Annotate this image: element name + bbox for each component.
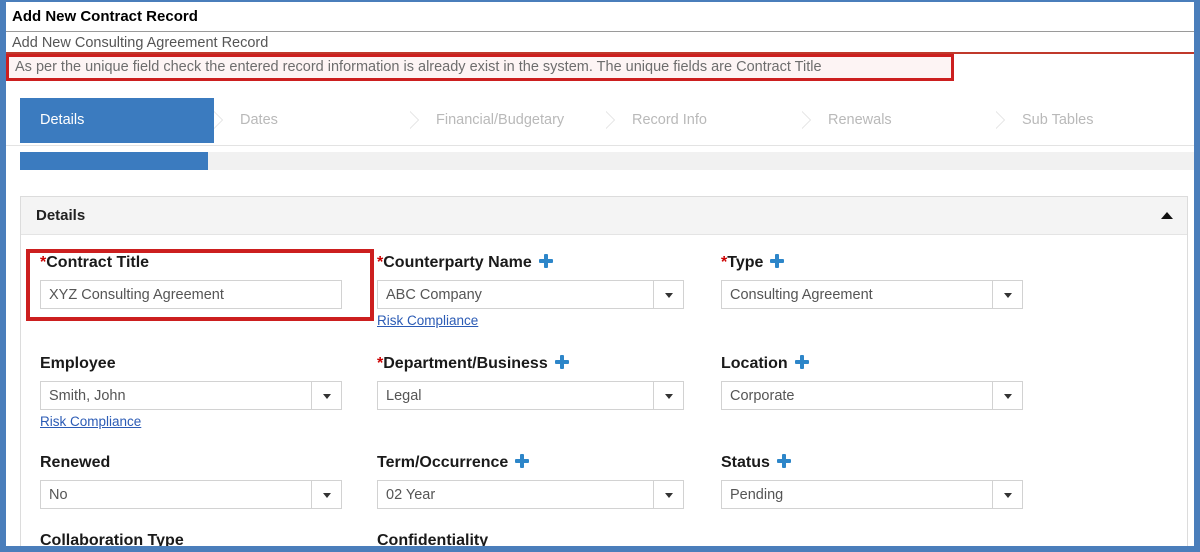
term-occurrence-select-wrap <box>377 480 684 509</box>
plus-icon[interactable] <box>776 454 791 468</box>
contract-title-input-wrap <box>40 280 342 309</box>
chevron-down-icon[interactable] <box>992 281 1022 308</box>
tab-details[interactable]: Details <box>20 98 236 143</box>
field-type: *Type <box>721 253 1065 330</box>
form-row: *Contract Title *Counterparty Name Risk … <box>21 235 1187 330</box>
employee-select-wrap <box>40 381 342 410</box>
chevron-down-icon[interactable] <box>653 481 683 508</box>
location-label: Location <box>721 354 1065 374</box>
chevron-down-icon[interactable] <box>653 382 683 409</box>
field-contract-title: *Contract Title <box>21 249 377 330</box>
location-select-wrap <box>721 381 1023 410</box>
counterparty-name-select-wrap <box>377 280 684 309</box>
tab-sub-tables-label: Sub Tables <box>1022 112 1094 128</box>
department-business-select-wrap <box>377 381 684 410</box>
tab-record-info-label: Record Info <box>632 112 707 128</box>
page-subtitle: Add New Consulting Agreement Record <box>6 32 1194 54</box>
term-occurrence-input[interactable] <box>378 481 653 508</box>
chevron-down-icon[interactable] <box>311 382 341 409</box>
collaboration-type-label: Collaboration Type <box>40 532 184 549</box>
tab-details-label: Details <box>40 112 85 128</box>
error-banner-container: As per the unique field check the entere… <box>6 54 1194 85</box>
contract-title-input[interactable] <box>41 281 341 308</box>
renewed-label: Renewed <box>40 454 111 471</box>
page-title: Add New Contract Record <box>6 2 1194 32</box>
plus-icon[interactable] <box>515 454 530 468</box>
status-select-wrap <box>721 480 1023 509</box>
tab-dates[interactable]: Dates <box>214 98 410 143</box>
form-progress-track <box>20 152 1194 170</box>
details-panel-title: Details <box>36 207 86 224</box>
tab-financial-budgetary-label: Financial/Budgetary <box>436 112 565 128</box>
counterparty-name-input[interactable] <box>378 281 653 308</box>
field-location: Location <box>721 354 1065 431</box>
term-occurrence-label: Term/Occurrence <box>377 453 721 473</box>
form-progress-fill <box>20 152 208 170</box>
counterparty-risk-compliance-link[interactable]: Risk Compliance <box>377 313 478 328</box>
field-status: Status <box>721 453 1065 509</box>
chevron-down-icon[interactable] <box>992 481 1022 508</box>
field-renewed: Renewed <box>21 453 377 509</box>
status-input[interactable] <box>722 481 992 508</box>
employee-input[interactable] <box>41 382 311 409</box>
confidentiality-label: Confidentiality <box>377 532 489 549</box>
contract-title-label: *Contract Title <box>40 254 150 271</box>
status-label: Status <box>721 453 1065 473</box>
field-employee: Employee Risk Compliance <box>21 354 377 431</box>
field-counterparty-name: *Counterparty Name Risk Compliance <box>377 253 721 330</box>
plus-icon[interactable] <box>554 355 569 369</box>
type-select-wrap <box>721 280 1023 309</box>
tab-record-info[interactable]: Record Info <box>606 98 802 143</box>
tab-separator-icon <box>802 98 824 143</box>
counterparty-name-label: *Counterparty Name <box>377 253 721 273</box>
tab-bar: Details Dates Financial/Budgetary Record… <box>6 98 1194 146</box>
field-collaboration-type: Collaboration Type <box>21 531 377 549</box>
tab-separator-icon <box>410 98 432 143</box>
department-business-label: *Department/Business <box>377 354 721 374</box>
type-label: *Type <box>721 253 1065 273</box>
tab-dates-label: Dates <box>240 112 278 128</box>
chevron-down-icon[interactable] <box>311 481 341 508</box>
employee-risk-compliance-link[interactable]: Risk Compliance <box>40 414 141 429</box>
chevron-up-icon[interactable] <box>1161 212 1173 219</box>
employee-label: Employee <box>40 355 116 372</box>
tab-separator-icon <box>996 98 1018 143</box>
field-confidentiality: Confidentiality <box>377 531 721 549</box>
chevron-down-icon[interactable] <box>992 382 1022 409</box>
tab-separator-icon <box>606 98 628 143</box>
form-row: Employee Risk Compliance *Department/Bus… <box>21 330 1187 431</box>
plus-icon[interactable] <box>538 254 553 268</box>
unique-field-error-message: As per the unique field check the entere… <box>6 54 954 81</box>
app-window: Add New Contract Record Add New Consulti… <box>0 0 1200 552</box>
plus-icon[interactable] <box>770 254 785 268</box>
tab-sub-tables[interactable]: Sub Tables <box>996 98 1186 143</box>
plus-icon[interactable] <box>794 355 809 369</box>
renewed-input[interactable] <box>41 481 311 508</box>
field-row4-spacer <box>721 531 1065 546</box>
details-panel-header: Details <box>21 197 1187 235</box>
field-department-business: *Department/Business <box>377 354 721 431</box>
renewed-select-wrap <box>40 480 342 509</box>
tab-separator-icon <box>214 98 236 143</box>
details-panel: Details *Contract Title *Counterparty Na… <box>20 196 1188 546</box>
field-term-occurrence: Term/Occurrence <box>377 453 721 509</box>
form-progress-container <box>6 146 1194 172</box>
form-row: Collaboration Type Confidentiality <box>21 509 1187 549</box>
form-row: Renewed Term/Occurrence Status <box>21 431 1187 509</box>
tab-renewals[interactable]: Renewals <box>802 98 996 143</box>
tab-renewals-label: Renewals <box>828 112 892 128</box>
tab-financial-budgetary[interactable]: Financial/Budgetary <box>410 98 606 143</box>
details-form: *Contract Title *Counterparty Name Risk … <box>21 235 1187 549</box>
type-input[interactable] <box>722 281 992 308</box>
department-business-input[interactable] <box>378 382 653 409</box>
chevron-down-icon[interactable] <box>653 281 683 308</box>
location-input[interactable] <box>722 382 992 409</box>
